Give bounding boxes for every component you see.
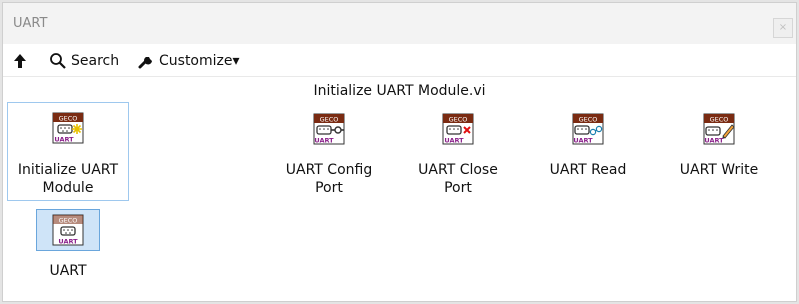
initialize-uart-module-icon: GECO UART bbox=[52, 112, 84, 144]
icon-badge-text: GECO bbox=[320, 115, 339, 123]
icon-sublabel-text: UART bbox=[58, 238, 78, 246]
toolbar: Search Customize▾ bbox=[3, 45, 796, 75]
palette-item-uart-config-port[interactable]: GECO UART UART Config Port bbox=[273, 113, 385, 197]
wrench-icon bbox=[138, 57, 152, 69]
icon-badge-text: GECO bbox=[449, 115, 468, 123]
close-icon: × bbox=[778, 22, 788, 33]
icon-badge-text: GECO bbox=[59, 114, 78, 122]
up-button[interactable] bbox=[13, 51, 27, 71]
function-palette: Initialize UART Module.vi GECO UART Init… bbox=[3, 76, 796, 301]
icon-sublabel-text: UART bbox=[314, 137, 334, 145]
title-bar[interactable]: UART × bbox=[3, 3, 796, 44]
icon-badge-text: GECO bbox=[710, 115, 729, 123]
uart-subpalette-icon-frame: GECO UART bbox=[36, 209, 100, 251]
uart-config-port-icon: GECO UART bbox=[313, 113, 345, 145]
window-title: UART bbox=[13, 16, 48, 31]
customize-label: Customize▾ bbox=[159, 53, 240, 69]
icon-sublabel-text: UART bbox=[54, 136, 74, 144]
arrow-up-icon bbox=[14, 54, 26, 68]
search-label: Search bbox=[71, 53, 120, 69]
customize-button[interactable]: Customize▾ bbox=[137, 51, 240, 71]
icon-badge-text: GECO bbox=[59, 216, 78, 224]
palette-item-label: UART bbox=[49, 263, 87, 279]
palette-item-label: UART Config Port bbox=[285, 162, 373, 196]
palette-item-initialize-uart-module[interactable]: GECO UART Initialize UART Module bbox=[7, 102, 129, 201]
palette-item-uart-close-port[interactable]: GECO UART UART Close Port bbox=[403, 113, 513, 197]
palette-item-uart-subpalette[interactable]: GECO UART UART bbox=[23, 209, 113, 280]
search-icon bbox=[50, 53, 66, 69]
uart-close-port-icon: GECO UART bbox=[442, 113, 474, 145]
close-button[interactable]: × bbox=[773, 18, 793, 38]
palette-item-label: UART Write bbox=[679, 162, 759, 178]
icon-sublabel-text: UART bbox=[704, 137, 724, 145]
palette-item-uart-write[interactable]: GECO UART UART Write bbox=[667, 113, 771, 179]
uart-subpalette-icon: GECO UART bbox=[52, 214, 84, 246]
palette-item-label: UART Close Port bbox=[418, 162, 498, 196]
search-button[interactable]: Search bbox=[49, 51, 119, 71]
uart-write-icon: GECO UART bbox=[703, 113, 735, 145]
palette-caption: Initialize UART Module.vi bbox=[313, 83, 486, 99]
palette-item-label: UART Read bbox=[549, 162, 627, 178]
palette-item-uart-read[interactable]: GECO UART UART Read bbox=[536, 113, 640, 179]
icon-sublabel-text: UART bbox=[573, 137, 593, 145]
uart-read-icon: GECO UART bbox=[572, 113, 604, 145]
palette-window: UART × Search Customize▾ Initialize UART… bbox=[2, 2, 797, 302]
icon-sublabel-text: UART bbox=[444, 137, 464, 145]
palette-item-label: Initialize UART Module bbox=[17, 162, 119, 196]
icon-badge-text: GECO bbox=[579, 115, 598, 123]
